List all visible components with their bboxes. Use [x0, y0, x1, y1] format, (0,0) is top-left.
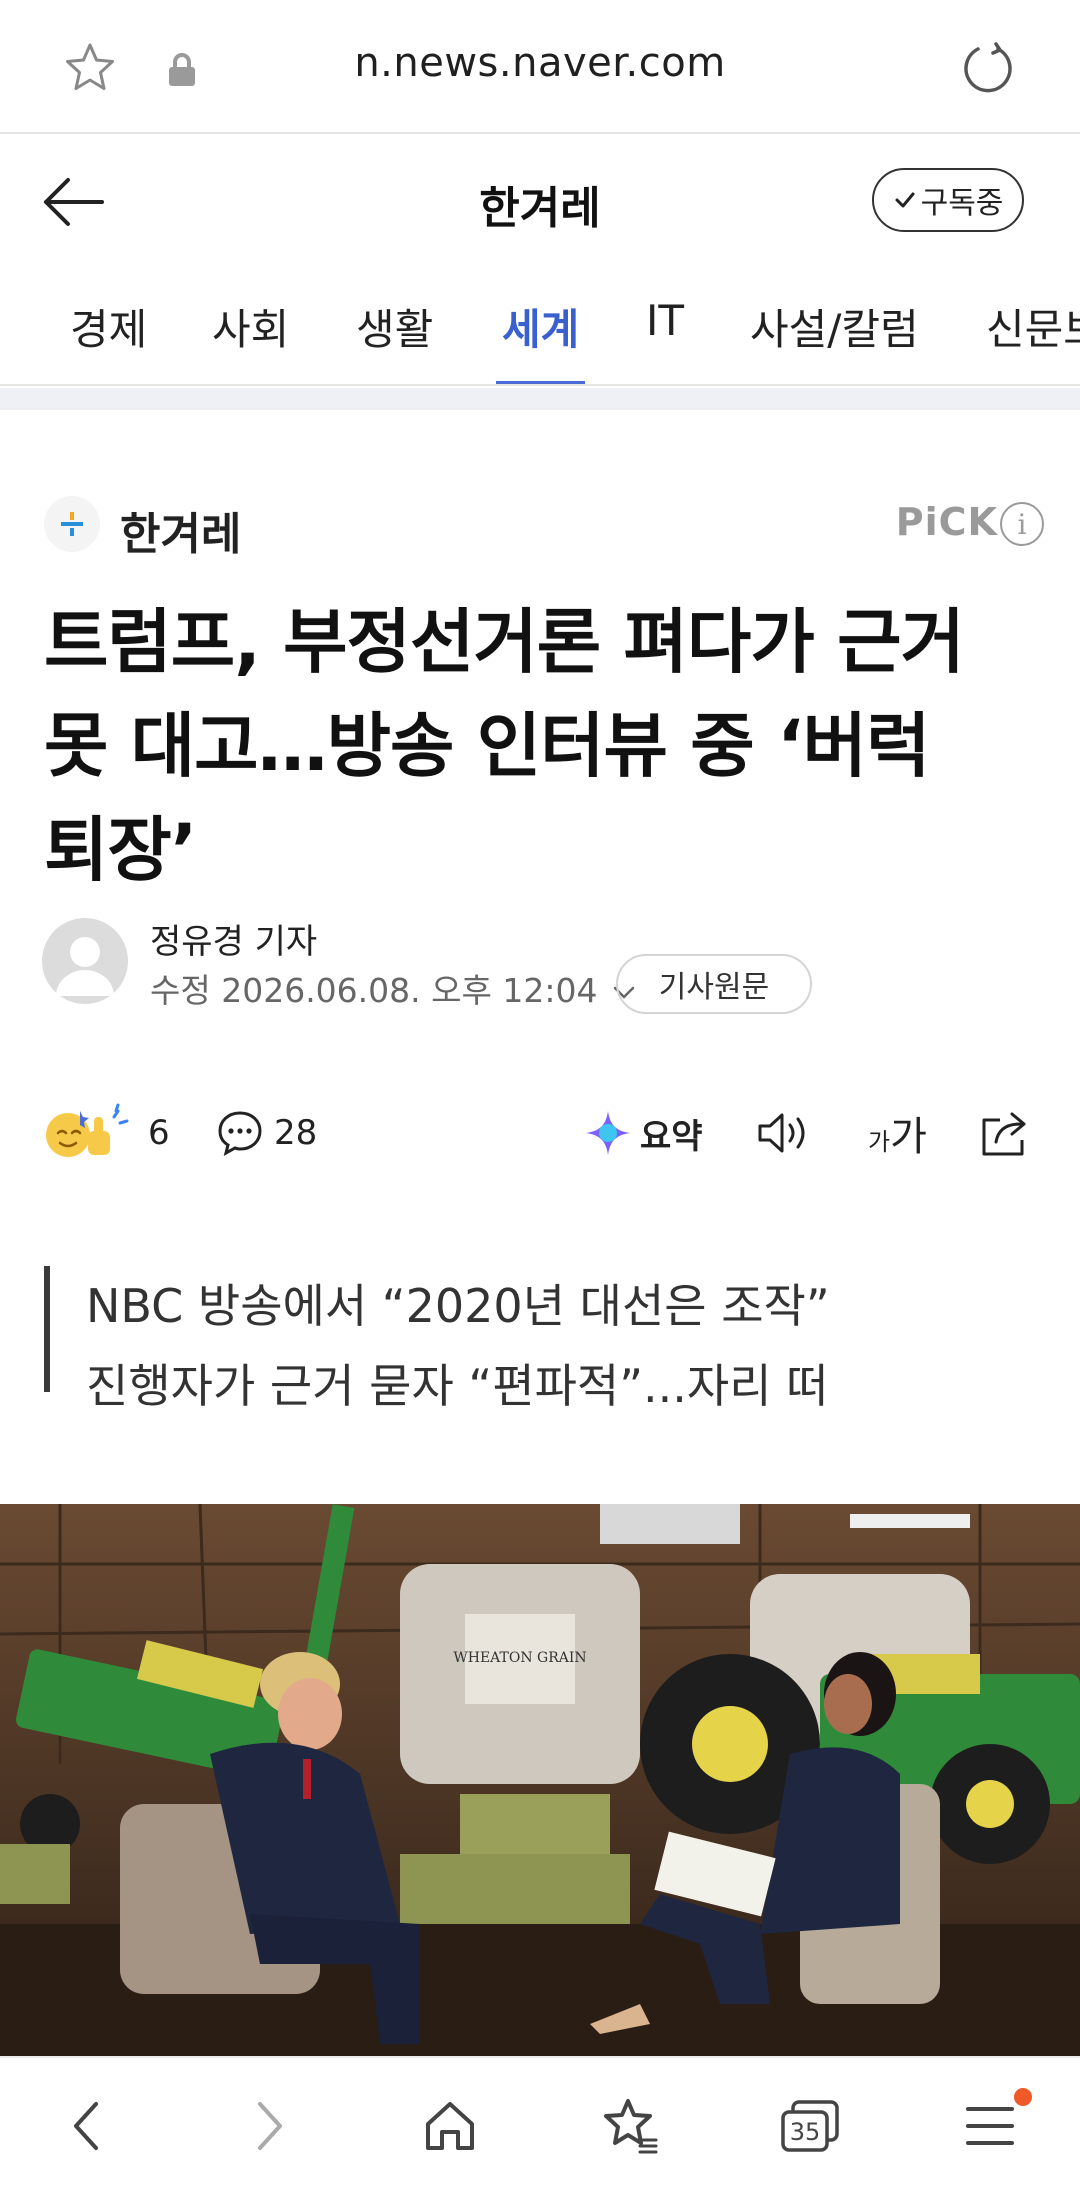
article-press-row: 한겨레 PiCK i: [44, 494, 1044, 560]
summary-button[interactable]: 요약: [584, 1096, 703, 1170]
share-icon: [982, 1112, 1026, 1156]
share-button[interactable]: [978, 1096, 1032, 1170]
info-icon[interactable]: i: [1000, 502, 1044, 546]
subtitle-line: 진행자가 근거 묻자 “편파적”...자리 떠: [86, 1359, 829, 1413]
press-logo-icon[interactable]: [44, 496, 100, 552]
bookmarks-icon[interactable]: [596, 2092, 664, 2160]
notification-dot: [1014, 2088, 1032, 2106]
comment-icon: [218, 1111, 262, 1156]
summary-label: 요약: [640, 1116, 703, 1157]
byline: 정유경 기자 수정 2026.06.08. 오후 12:04 기사원문: [42, 914, 1042, 1024]
photo-sign-text: WHEATON GRAIN: [453, 1650, 586, 1666]
forward-chevron-icon[interactable]: [236, 2092, 304, 2160]
original-article-button[interactable]: 기사원문: [616, 954, 812, 1014]
press-name[interactable]: 한겨레: [120, 498, 241, 562]
tabs-icon[interactable]: 35: [776, 2092, 844, 2160]
tab-world[interactable]: 세계: [495, 296, 586, 384]
headline-line: 트럼프, 부정선거론 펴다가 근거: [44, 601, 965, 683]
comment-button[interactable]: 28: [216, 1096, 317, 1170]
browser-bottom-nav: 35: [0, 2056, 1080, 2192]
article-subtitle: NBC 방송에서 “2020년 대선은 조작” 진행자가 근거 묻자 “편파적”…: [44, 1266, 1044, 1413]
article-photo[interactable]: WHEATON GRAIN: [0, 1504, 1080, 2056]
comment-count: 28: [274, 1113, 318, 1153]
font-size-button[interactable]: 가 가: [868, 1096, 927, 1170]
reporter-name[interactable]: 정유경 기자: [150, 914, 317, 963]
reaction-button[interactable]: 6: [44, 1096, 170, 1170]
tab-economy[interactable]: 경제: [70, 296, 147, 384]
tab-newspaper[interactable]: 신문보: [986, 296, 1080, 384]
category-tabs: 경제 사회 생활 세계 IT 사설/칼럼 신문보: [0, 266, 1080, 386]
date-text: 수정 2026.06.08. 오후 12:04: [150, 971, 598, 1010]
check-icon: [895, 192, 915, 208]
tab-count: 35: [790, 2118, 821, 2146]
back-chevron-icon[interactable]: [52, 2092, 120, 2160]
reaction-count: 6: [148, 1113, 170, 1153]
browser-url-bar: n.news.naver.com: [0, 0, 1080, 134]
tab-society[interactable]: 사회: [212, 296, 289, 384]
speaker-icon: [758, 1113, 805, 1153]
tab-editorial[interactable]: 사설/칼럼: [750, 296, 919, 384]
tab-life[interactable]: 생활: [356, 296, 433, 384]
article-headline: 트럼프, 부정선거론 펴다가 근거 못 대고…방송 인터뷰 중 ‘버럭 퇴장’: [44, 590, 1044, 902]
headline-line: 퇴장’: [44, 809, 197, 891]
text-to-speech-button[interactable]: [756, 1096, 812, 1170]
press-header: 한겨레 구독중: [0, 136, 1080, 266]
article-actions: 6 28 요약 가 가: [44, 1096, 1044, 1170]
headline-line: 못 대고…방송 인터뷰 중 ‘버럭: [44, 705, 930, 787]
home-icon[interactable]: [416, 2092, 484, 2160]
pick-label: PiCK: [895, 500, 998, 544]
tab-it[interactable]: IT: [646, 296, 684, 384]
reaction-emoji-icon: [46, 1103, 129, 1157]
reload-icon[interactable]: [960, 40, 1016, 96]
font-size-small-label: 가: [868, 1127, 891, 1156]
subscribe-label: 구독중: [920, 186, 1004, 221]
menu-icon[interactable]: [956, 2092, 1024, 2160]
subtitle-line: NBC 방송에서 “2020년 대선은 조작”: [86, 1279, 830, 1333]
subscribe-button[interactable]: 구독중: [872, 168, 1024, 232]
sparkle-icon: [586, 1111, 630, 1155]
font-size-large-label: 가: [890, 1114, 927, 1160]
reporter-avatar[interactable]: [42, 918, 128, 1004]
url-text[interactable]: n.news.naver.com: [0, 40, 1080, 86]
section-divider: [0, 388, 1080, 410]
article-date[interactable]: 수정 2026.06.08. 오후 12:04: [150, 964, 638, 1012]
